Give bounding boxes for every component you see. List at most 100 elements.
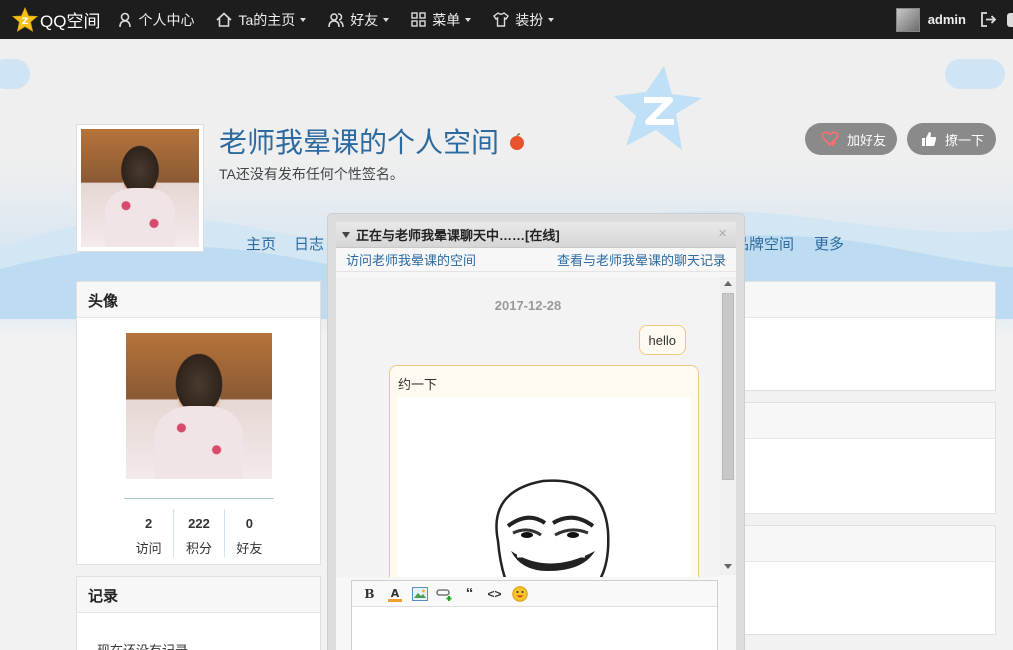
editor-toolbar: B A “ <> bbox=[352, 581, 717, 607]
space-tabs: 主页 日志 bbox=[246, 233, 324, 254]
content-panel bbox=[735, 525, 996, 635]
main-nav: 个人中心 Ta的主页 好友 菜单 装扮 bbox=[118, 10, 576, 30]
profile-photo[interactable] bbox=[76, 124, 204, 252]
chat-title: 正在与老师我晕课聊天中……[在线] bbox=[356, 228, 560, 243]
friends-icon bbox=[328, 12, 344, 27]
nav-label: 个人中心 bbox=[138, 11, 195, 28]
tab-blog[interactable]: 日志 bbox=[294, 233, 324, 254]
chat-title-bar[interactable]: 正在与老师我晕课聊天中……[在线] bbox=[336, 222, 736, 248]
space-tabs-right: 品牌空间 更多 bbox=[734, 233, 844, 254]
signature-text: TA还没有发布任何个性签名。 bbox=[219, 166, 404, 182]
bold-button[interactable]: B bbox=[357, 583, 382, 605]
insert-link-button[interactable] bbox=[432, 583, 457, 605]
logout-icon[interactable] bbox=[980, 12, 997, 27]
close-icon[interactable]: × bbox=[718, 225, 727, 242]
collapse-triangle-icon[interactable] bbox=[342, 231, 350, 238]
home-icon bbox=[216, 12, 232, 27]
stat-visits: 2 访问 bbox=[124, 509, 173, 557]
smiley-icon bbox=[511, 585, 528, 602]
nav-label: 装扮 bbox=[515, 11, 544, 28]
font-color-icon: A bbox=[387, 587, 402, 602]
message-text: 约一下 bbox=[398, 377, 438, 392]
stat-value: 222 bbox=[188, 516, 210, 531]
emoji-button[interactable] bbox=[507, 583, 532, 605]
insert-image-button[interactable] bbox=[407, 583, 432, 605]
chat-window: 正在与老师我晕课聊天中……[在线] × 访问老师我晕课的空间 查看与老师我晕课的… bbox=[336, 222, 736, 650]
poke-button[interactable]: 撩一下 bbox=[907, 123, 996, 155]
nav-friends[interactable]: 好友 bbox=[328, 10, 390, 30]
stat-value: 0 bbox=[245, 516, 253, 531]
grid-icon bbox=[411, 12, 426, 27]
stat-friends: 0 好友 bbox=[223, 509, 274, 557]
qzone-star-icon: Z bbox=[12, 6, 38, 32]
scroll-thumb[interactable] bbox=[722, 293, 734, 480]
username[interactable]: admin bbox=[928, 12, 966, 27]
cloud-decoration bbox=[945, 59, 1005, 89]
chat-links-bar: 访问老师我晕课的空间 查看与老师我晕课的聊天记录 bbox=[336, 248, 736, 272]
content-panel bbox=[735, 281, 996, 391]
nav-personal-center[interactable]: 个人中心 bbox=[118, 10, 194, 30]
tab-home[interactable]: 主页 bbox=[246, 233, 276, 254]
scroll-up-arrow-icon[interactable] bbox=[724, 281, 732, 286]
divider bbox=[124, 498, 274, 499]
heart-add-icon bbox=[821, 131, 839, 147]
tab-more[interactable]: 更多 bbox=[814, 233, 844, 254]
my-message-bubble: hello bbox=[638, 325, 686, 355]
code-button[interactable]: <> bbox=[482, 583, 507, 605]
star-decoration-icon bbox=[614, 66, 702, 150]
visit-space-link[interactable]: 访问老师我晕课的空间 bbox=[346, 250, 476, 269]
nav-dress-up[interactable]: 装扮 bbox=[493, 10, 555, 30]
avatar-panel: 头像 2 访问 222 积分 0 好友 bbox=[76, 281, 321, 565]
message-date: 2017-12-28 bbox=[494, 298, 562, 313]
top-navigation-bar: Z QQ空间 个人中心 Ta的主页 好友 菜单 装扮 admin bbox=[0, 0, 1013, 39]
message-editor: B A “ <> bbox=[351, 580, 718, 650]
stat-label: 访问 bbox=[135, 541, 162, 556]
nav-menu[interactable]: 菜单 bbox=[411, 10, 472, 30]
stat-value: 2 bbox=[145, 516, 153, 531]
stat-points: 222 积分 bbox=[173, 509, 223, 557]
stat-label: 好友 bbox=[236, 541, 263, 556]
svg-text:Z: Z bbox=[22, 17, 29, 27]
add-friend-button[interactable]: 加好友 bbox=[805, 123, 897, 155]
font-color-button[interactable]: A bbox=[382, 583, 407, 605]
stats-row: 2 访问 222 积分 0 好友 bbox=[124, 509, 274, 557]
nav-label: Ta的主页 bbox=[238, 11, 296, 28]
chevron-down-icon bbox=[548, 17, 555, 22]
cloud-decoration bbox=[0, 59, 30, 89]
quote-button[interactable]: “ bbox=[457, 583, 482, 605]
user-area: admin bbox=[895, 0, 1013, 39]
thumbs-up-icon bbox=[922, 132, 937, 146]
tshirt-icon bbox=[493, 12, 510, 27]
chat-scrollbar[interactable] bbox=[720, 277, 736, 575]
content-panel bbox=[735, 402, 996, 514]
record-panel: 记录 现在还没有记录 bbox=[76, 576, 321, 650]
nav-ta-homepage[interactable]: Ta的主页 bbox=[216, 10, 307, 30]
logo-text: QQ空间 bbox=[40, 12, 101, 31]
svg-text:A: A bbox=[390, 587, 399, 600]
their-message-bubble: 约一下 bbox=[389, 365, 699, 577]
nav-label: 菜单 bbox=[432, 11, 461, 28]
page-title: 老师我晕课的个人空间 bbox=[219, 127, 500, 158]
chevron-down-icon bbox=[300, 17, 307, 22]
link-add-icon bbox=[435, 588, 451, 601]
avatar-image[interactable] bbox=[126, 333, 272, 479]
chat-history-link[interactable]: 查看与老师我晕课的聊天记录 bbox=[557, 250, 726, 269]
qzone-logo[interactable]: Z QQ空间 bbox=[12, 0, 100, 39]
empty-record-text: 现在还没有记录 bbox=[77, 613, 320, 650]
add-friend-label: 加好友 bbox=[847, 132, 887, 148]
settings-icon[interactable] bbox=[1007, 12, 1013, 27]
panel-heading: 记录 bbox=[77, 577, 320, 613]
avatar[interactable] bbox=[895, 7, 920, 32]
chevron-down-icon bbox=[465, 17, 472, 22]
chat-message-area: 2017-12-28 hello 约一下 bbox=[336, 277, 720, 577]
message-input[interactable] bbox=[352, 607, 717, 650]
image-icon bbox=[411, 586, 428, 601]
stat-label: 积分 bbox=[185, 541, 212, 556]
user-icon bbox=[119, 12, 132, 27]
apple-icon bbox=[510, 133, 524, 150]
message-image[interactable] bbox=[398, 397, 690, 577]
meme-face-image bbox=[495, 479, 610, 577]
scroll-down-arrow-icon[interactable] bbox=[724, 564, 732, 569]
chevron-down-icon bbox=[383, 17, 390, 22]
nav-label: 好友 bbox=[350, 11, 379, 28]
